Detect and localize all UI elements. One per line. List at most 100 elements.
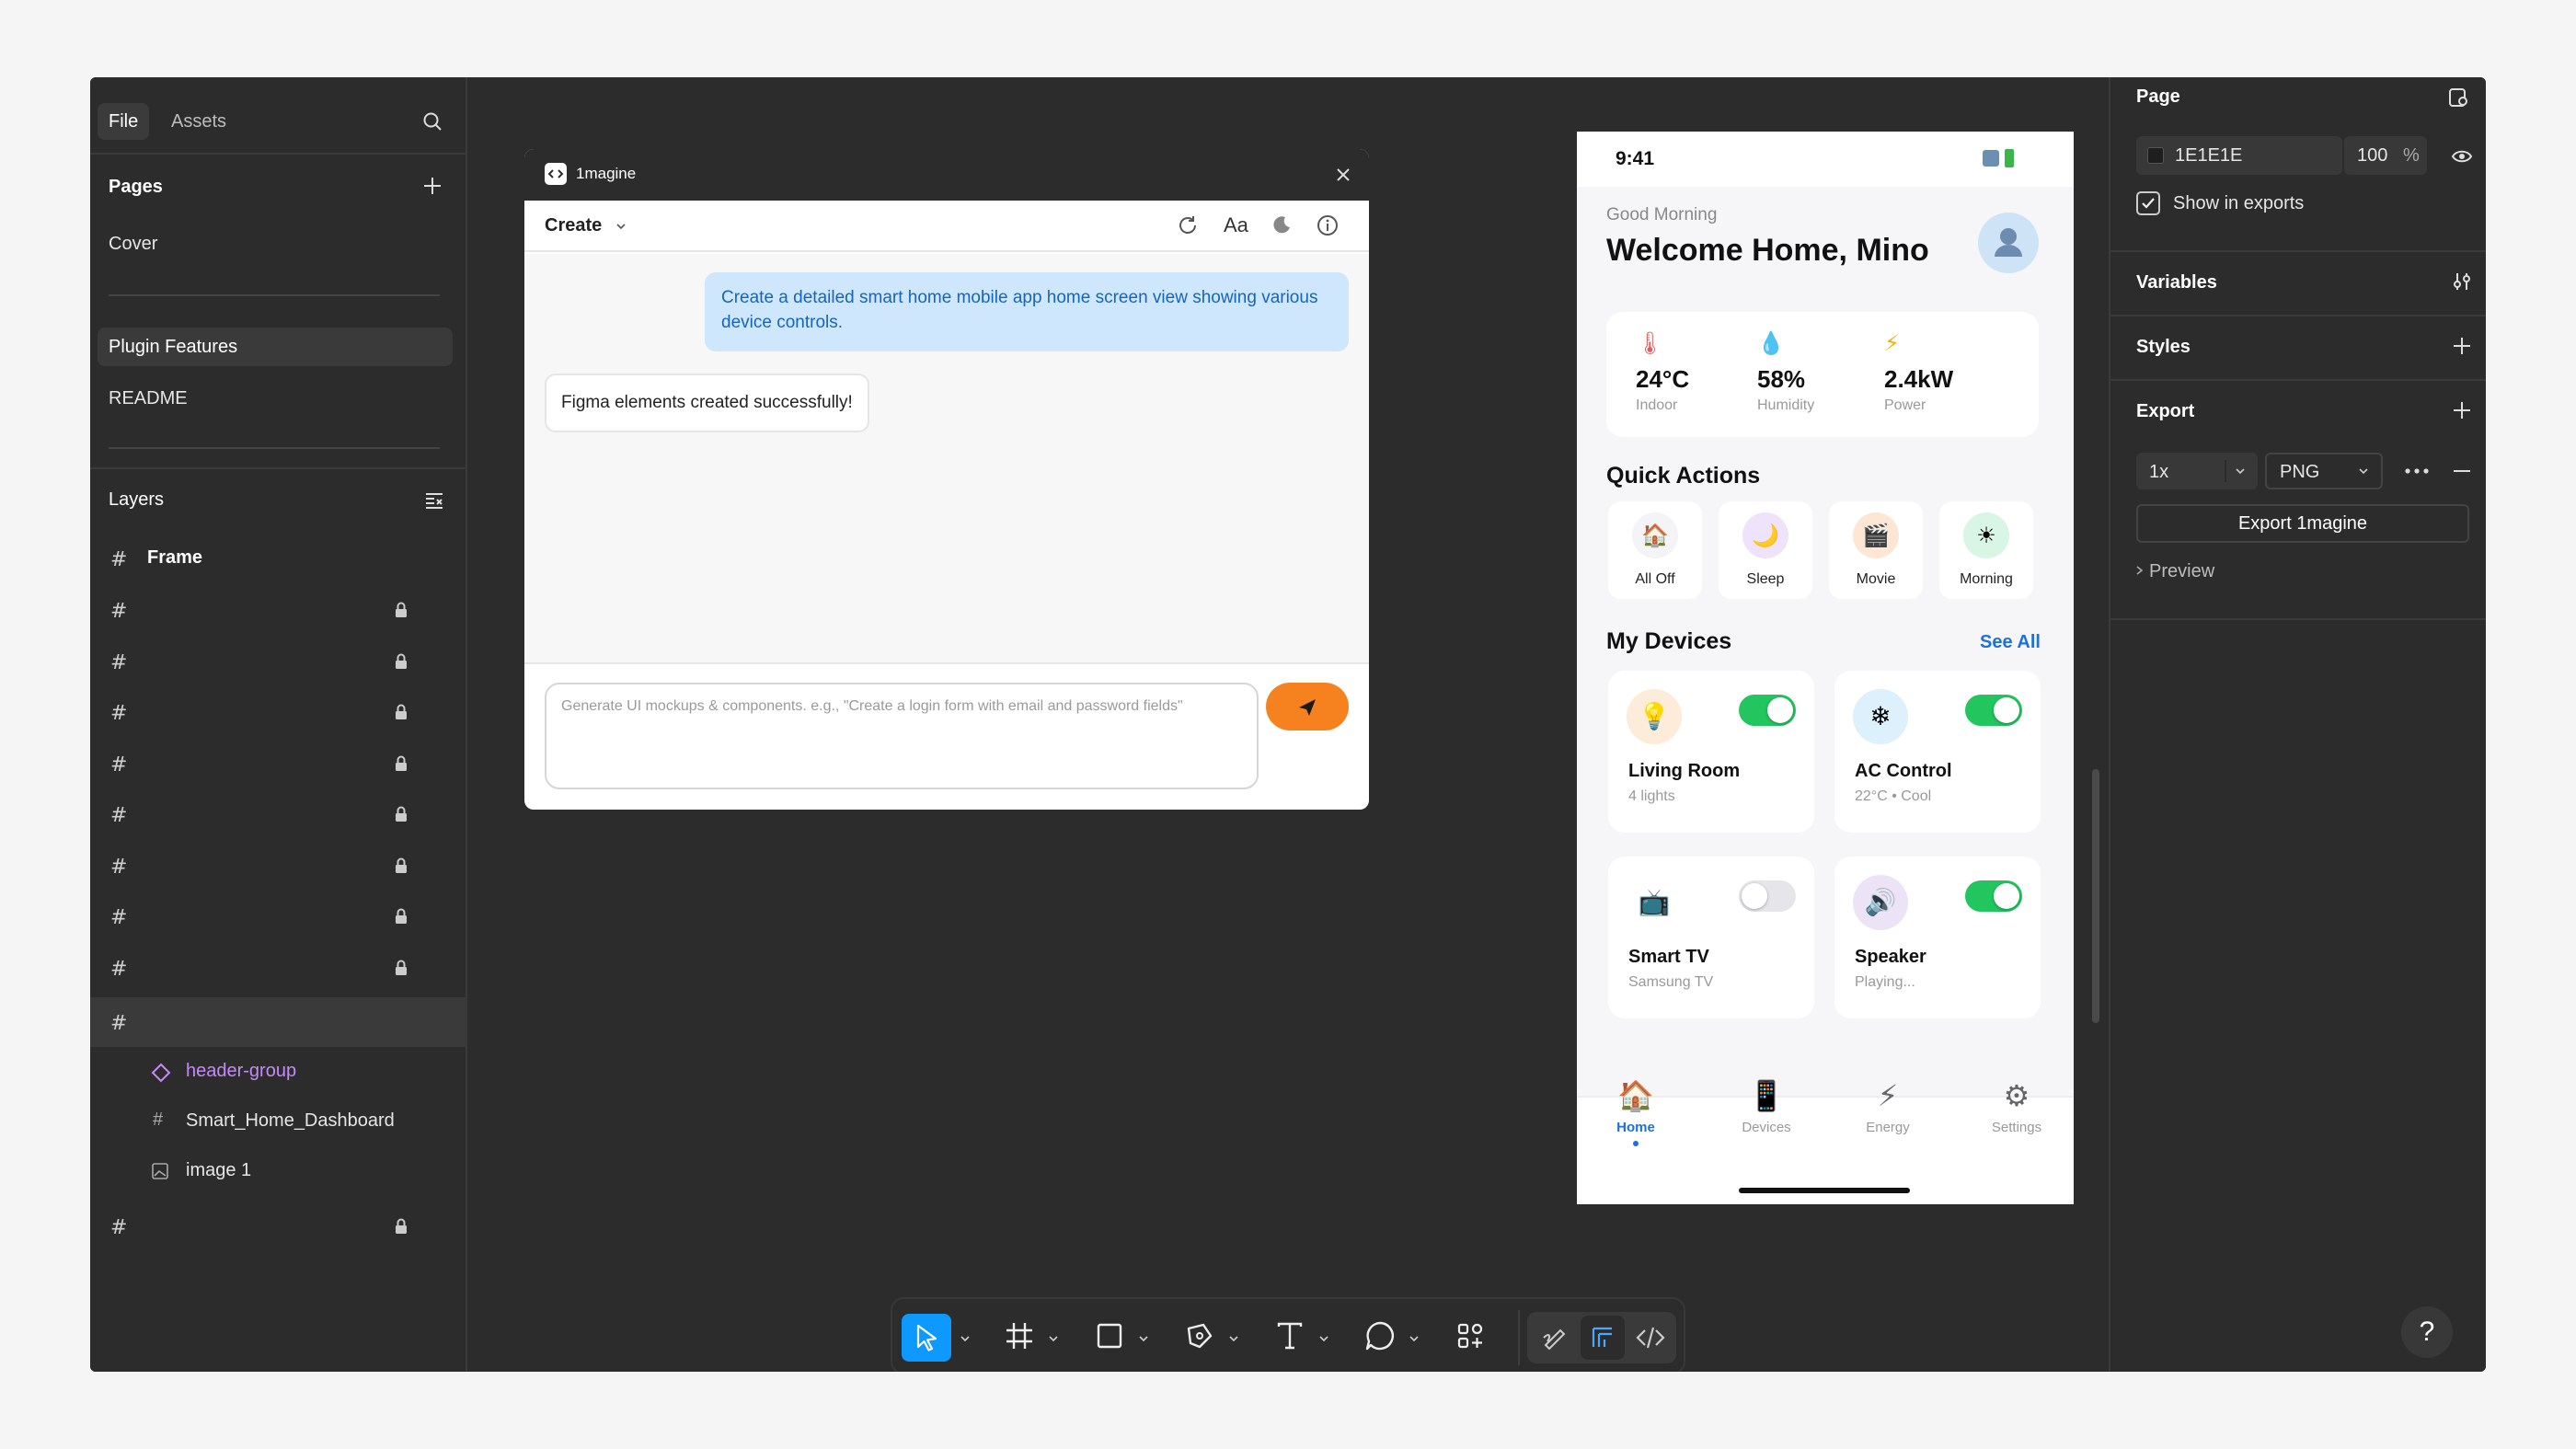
- dark-mode-icon[interactable]: [1270, 213, 1294, 237]
- lock-icon[interactable]: [394, 652, 408, 671]
- search-icon[interactable]: [421, 110, 443, 132]
- chevron-down-icon[interactable]: [1047, 1332, 1060, 1345]
- layer-locked[interactable]: #: [90, 943, 466, 993]
- device-card-smart-tv[interactable]: 📺 Smart TV Samsung TV: [1608, 857, 1814, 1018]
- chevron-down-icon[interactable]: [959, 1332, 972, 1345]
- page-item-cover[interactable]: Cover: [109, 234, 157, 255]
- scale-value: 1x: [2149, 462, 2169, 482]
- layer-header-group[interactable]: header-group: [90, 1047, 466, 1097]
- more-options-icon[interactable]: [2403, 462, 2431, 480]
- layer-image-1[interactable]: image 1: [90, 1146, 466, 1196]
- font-size-button[interactable]: Aa: [1224, 213, 1248, 237]
- actions-tool-icon[interactable]: [1452, 1317, 1489, 1354]
- help-button[interactable]: ?: [2401, 1306, 2453, 1358]
- opacity-field[interactable]: 100 %: [2344, 136, 2427, 175]
- page-item-readme[interactable]: README: [109, 388, 188, 409]
- frame-tool-icon[interactable]: [1001, 1317, 1038, 1354]
- prompt-input[interactable]: Generate UI mockups & components. e.g., …: [545, 683, 1259, 789]
- add-export-icon[interactable]: [2451, 399, 2473, 421]
- layer-locked[interactable]: #: [90, 891, 466, 941]
- active-dot: [1633, 1141, 1639, 1146]
- opacity-value: 100: [2357, 145, 2388, 166]
- lock-icon[interactable]: [394, 601, 408, 619]
- chevron-down-icon[interactable]: [1408, 1332, 1420, 1345]
- mode-label: Create: [545, 215, 603, 236]
- lock-icon[interactable]: [394, 703, 408, 721]
- nav-settings[interactable]: ⚙ Settings: [1971, 1077, 2063, 1135]
- design-mode-icon[interactable]: [1581, 1316, 1625, 1360]
- show-in-exports-checkbox[interactable]: [2136, 191, 2160, 215]
- export-format-select[interactable]: PNG: [2265, 453, 2383, 489]
- variables-settings-icon[interactable]: [2451, 270, 2473, 293]
- lock-icon[interactable]: [394, 959, 408, 977]
- move-tool-button[interactable]: [902, 1314, 951, 1362]
- quick-action-morning[interactable]: ☀ Morning: [1939, 501, 2033, 599]
- chevron-down-icon[interactable]: [1137, 1332, 1150, 1345]
- nav-energy[interactable]: ⚡ Energy: [1842, 1077, 1934, 1135]
- lock-icon[interactable]: [394, 907, 408, 926]
- layers-options-icon[interactable]: [423, 489, 445, 512]
- layer-locked[interactable]: #: [90, 841, 466, 891]
- format-value: PNG: [2280, 462, 2320, 482]
- layer-smart-home-dashboard[interactable]: # Smart_Home_Dashboard: [90, 1097, 466, 1146]
- layer-locked[interactable]: #: [90, 585, 466, 635]
- comment-tool-icon[interactable]: [1362, 1317, 1398, 1354]
- layer-locked[interactable]: #: [90, 739, 466, 788]
- dev-mode-icon[interactable]: [1628, 1316, 1673, 1360]
- quick-action-label: All Off: [1635, 571, 1675, 587]
- export-button[interactable]: Export 1magine: [2136, 504, 2469, 543]
- device-card-ac-control[interactable]: ❄ AC Control 22°C • Cool: [1834, 671, 2041, 833]
- chevron-right-icon[interactable]: [2134, 561, 2145, 580]
- layer-selected[interactable]: #: [90, 997, 466, 1047]
- layer-locked[interactable]: #: [90, 687, 466, 737]
- eye-icon[interactable]: [2451, 145, 2473, 167]
- canvas-scrollbar[interactable]: [2092, 769, 2099, 1023]
- lock-icon[interactable]: [394, 857, 408, 875]
- preview-toggle[interactable]: Preview: [2149, 561, 2214, 582]
- nav-icon: ⚡: [1877, 1078, 1899, 1113]
- page-options-icon[interactable]: [2447, 86, 2469, 109]
- device-card-speaker[interactable]: 🔊 Speaker Playing...: [1834, 857, 2041, 1018]
- bg-color-field[interactable]: 1E1E1E: [2136, 136, 2342, 175]
- nav-devices[interactable]: 📱 Devices: [1720, 1077, 1812, 1135]
- refresh-icon[interactable]: [1176, 213, 1200, 237]
- device-toggle[interactable]: [1739, 880, 1796, 912]
- color-swatch[interactable]: [2147, 147, 2164, 164]
- draw-mode-icon[interactable]: [1533, 1316, 1577, 1360]
- pen-tool-icon[interactable]: [1181, 1317, 1218, 1354]
- layer-locked[interactable]: #: [90, 1202, 466, 1251]
- text-tool-icon[interactable]: [1271, 1317, 1308, 1354]
- device-toggle[interactable]: [1965, 695, 2022, 726]
- quick-action-movie[interactable]: 🎬 Movie: [1829, 501, 1923, 599]
- device-card-living-room[interactable]: 💡 Living Room 4 lights: [1608, 671, 1814, 833]
- send-button[interactable]: [1266, 683, 1349, 730]
- page-item-plugin-features[interactable]: Plugin Features: [109, 337, 237, 358]
- device-toggle[interactable]: [1965, 880, 2022, 912]
- layer-locked[interactable]: #: [90, 637, 466, 686]
- lock-icon[interactable]: [394, 1217, 408, 1236]
- export-scale-select[interactable]: 1x: [2136, 453, 2258, 489]
- tab-assets[interactable]: Assets: [160, 103, 237, 140]
- layer-locked[interactable]: #: [90, 789, 466, 839]
- quick-action-icon: ☀: [1963, 512, 2009, 558]
- tab-file[interactable]: File: [98, 103, 150, 140]
- lock-icon[interactable]: [394, 805, 408, 823]
- add-page-icon[interactable]: [421, 175, 443, 197]
- quick-action-all-off[interactable]: 🏠 All Off: [1608, 501, 1702, 599]
- add-style-icon[interactable]: [2451, 335, 2473, 357]
- avatar[interactable]: [1978, 213, 2039, 273]
- rectangle-tool-icon[interactable]: [1091, 1317, 1128, 1354]
- mode-dropdown[interactable]: Create: [545, 215, 627, 236]
- layer-frame[interactable]: # Frame: [90, 534, 466, 583]
- info-icon[interactable]: [1316, 213, 1340, 237]
- chevron-down-icon[interactable]: [1227, 1332, 1240, 1345]
- frame-icon: #: [110, 702, 128, 725]
- quick-action-sleep[interactable]: 🌙 Sleep: [1719, 501, 1812, 599]
- see-all-link[interactable]: See All: [1980, 632, 2041, 653]
- device-toggle[interactable]: [1739, 695, 1796, 726]
- nav-home[interactable]: 🏠 Home: [1590, 1077, 1682, 1146]
- close-icon[interactable]: [1334, 166, 1352, 184]
- remove-export-icon[interactable]: [2451, 462, 2473, 480]
- chevron-down-icon[interactable]: [1317, 1332, 1330, 1345]
- lock-icon[interactable]: [394, 754, 408, 773]
